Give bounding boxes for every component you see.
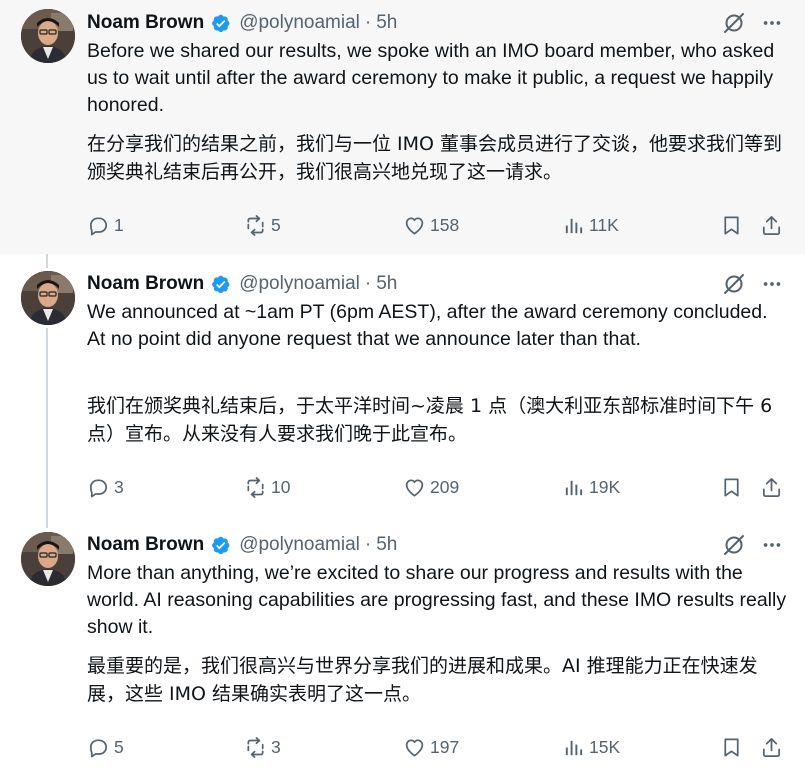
like-button[interactable]: 209: [403, 473, 459, 501]
avatar[interactable]: [21, 271, 75, 325]
timestamp[interactable]: 5h: [376, 12, 397, 34]
author-handle[interactable]: @polynoamial: [239, 534, 360, 556]
tweet-text-chinese: 在分享我们的结果之前，我们与一位 IMO 董事会成员进行了交谈，他要求我们等到颁…: [87, 133, 783, 183]
reply-button[interactable]: 3: [87, 473, 124, 501]
bookmark-button[interactable]: [720, 733, 743, 761]
like-button[interactable]: 158: [403, 211, 459, 239]
repost-icon: [247, 214, 264, 236]
share-button[interactable]: [760, 473, 783, 501]
reply-count: 5: [114, 736, 124, 757]
like-count: 209: [430, 476, 460, 497]
grok-icon[interactable]: [721, 532, 747, 558]
avatar[interactable]: [21, 9, 75, 63]
verified-badge-icon: [210, 274, 231, 295]
repost-count: 10: [271, 476, 291, 497]
avatar[interactable]: [21, 532, 75, 586]
more-icon[interactable]: [759, 10, 785, 36]
like-count: 158: [430, 214, 460, 235]
tweet-top-actions: [721, 271, 785, 297]
separator-dot: ·: [364, 12, 372, 33]
views-button[interactable]: 15K: [562, 733, 620, 761]
author-name[interactable]: Noam Brown: [87, 12, 204, 34]
tweet-text-english: More than anything, we’re excited to sha…: [87, 562, 787, 638]
like-icon: [405, 216, 424, 235]
bookmark-button[interactable]: [720, 211, 743, 239]
tweet[interactable]: Noam Brown @polynoamial · 5h We announce…: [0, 254, 805, 519]
views-icon: [565, 740, 583, 755]
like-icon: [405, 738, 424, 757]
share-icon: [762, 215, 781, 235]
thread: Noam Brown @polynoamial · 5h Before we s…: [0, 0, 805, 775]
grok-icon[interactable]: [721, 271, 747, 297]
views-button[interactable]: 19K: [562, 473, 620, 501]
views-icon: [565, 218, 583, 233]
repost-button[interactable]: 10: [244, 473, 290, 501]
bookmark-icon: [724, 477, 739, 497]
repost-button[interactable]: 3: [244, 733, 281, 761]
tweet-action-bar: 3 10 209 19K: [87, 473, 792, 501]
bookmark-icon: [724, 737, 739, 757]
verified-badge-icon: [210, 535, 231, 556]
tweet-action-bar: 1 5 158 11K: [87, 211, 792, 239]
repost-count: 5: [271, 214, 281, 235]
grok-icon[interactable]: [721, 10, 747, 36]
tweet-text-english: Before we shared our results, we spoke w…: [87, 40, 775, 116]
timestamp[interactable]: 5h: [376, 273, 397, 295]
views-count: 11K: [589, 214, 619, 235]
tweet-top-actions: [721, 532, 785, 558]
author-handle[interactable]: @polynoamial: [239, 273, 360, 295]
reply-count: 3: [114, 476, 124, 497]
tweet-header: Noam Brown @polynoamial · 5h: [87, 11, 397, 35]
views-button[interactable]: 11K: [562, 211, 619, 239]
tweet-text-chinese: 我们在颁奖典礼结束后，于太平洋时间~凌晨 1 点（澳大利亚东部标准时间下午 6 …: [87, 395, 773, 445]
reply-button[interactable]: 5: [87, 733, 124, 761]
verified-badge-icon: [210, 13, 231, 34]
share-icon: [762, 737, 781, 757]
bookmark-icon: [724, 215, 739, 235]
repost-count: 3: [271, 736, 281, 757]
tweet-header: Noam Brown @polynoamial · 5h: [87, 272, 397, 296]
tweet-action-bar: 5 3 197 15K: [87, 733, 792, 761]
repost-button[interactable]: 5: [244, 211, 281, 239]
share-icon: [762, 477, 781, 497]
views-icon: [565, 480, 583, 495]
tweet-top-actions: [721, 10, 785, 36]
reply-icon: [89, 216, 108, 235]
like-button[interactable]: 197: [403, 733, 459, 761]
share-button[interactable]: [760, 733, 783, 761]
views-count: 15K: [589, 736, 621, 757]
timestamp[interactable]: 5h: [376, 534, 397, 556]
more-icon[interactable]: [759, 271, 785, 297]
share-button[interactable]: [760, 211, 783, 239]
more-icon[interactable]: [759, 532, 785, 558]
views-count: 19K: [589, 476, 621, 497]
repost-icon: [247, 736, 264, 758]
separator-dot: ·: [364, 534, 372, 555]
separator-dot: ·: [364, 273, 372, 294]
tweet-header: Noam Brown @polynoamial · 5h: [87, 533, 397, 557]
tweet-text-english: We announced at ~1am PT (6pm AEST), afte…: [87, 301, 768, 350]
reply-button[interactable]: 1: [87, 211, 124, 239]
reply-icon: [89, 738, 108, 757]
repost-icon: [247, 476, 264, 498]
reply-icon: [89, 478, 108, 497]
tweet-text-chinese: 最重要的是，我们很高兴与世界分享我们的进展和成果。AI 推理能力正在快速发展，这…: [87, 655, 758, 705]
tweet[interactable]: Noam Brown @polynoamial · 5h Before we s…: [0, 0, 805, 254]
reply-count: 1: [114, 214, 124, 235]
tweet[interactable]: Noam Brown @polynoamial · 5h More than a…: [0, 519, 805, 775]
author-name[interactable]: Noam Brown: [87, 534, 204, 556]
author-handle[interactable]: @polynoamial: [239, 12, 360, 34]
like-count: 197: [430, 736, 460, 757]
bookmark-button[interactable]: [720, 473, 743, 501]
author-name[interactable]: Noam Brown: [87, 273, 204, 295]
like-icon: [405, 478, 424, 497]
